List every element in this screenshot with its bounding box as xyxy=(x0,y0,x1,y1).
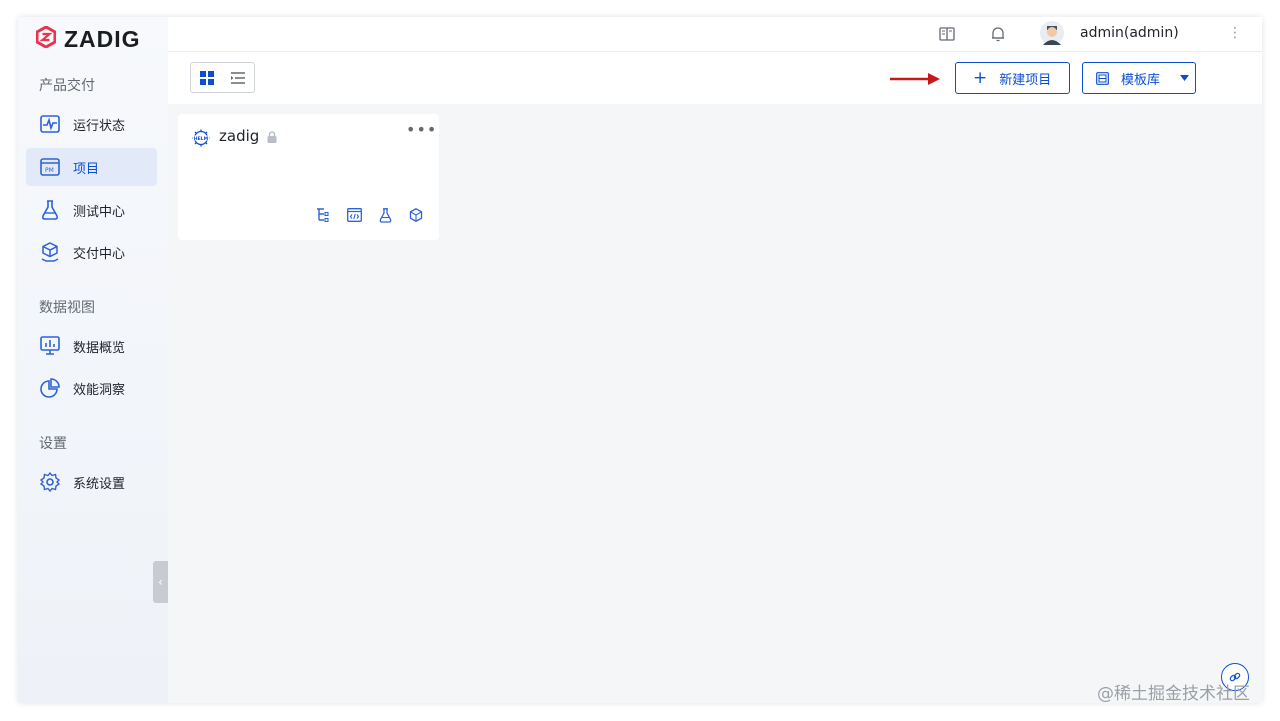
annotation-arrow-icon xyxy=(890,73,940,85)
watermark: @稀土掘金技术社区 xyxy=(1097,684,1250,704)
section-title-settings: 设置 xyxy=(39,436,67,452)
project-card-actions xyxy=(315,207,424,223)
list-view-icon xyxy=(230,71,245,84)
sidebar-item-label: 系统设置 xyxy=(73,476,126,492)
sidebar-item-label: 数据概览 xyxy=(73,340,126,356)
sidebar-item-test-center[interactable]: 测试中心 xyxy=(26,191,157,229)
new-project-button[interactable]: + 新建项目 xyxy=(955,62,1070,94)
top-header: admin(admin) ⋮ xyxy=(168,17,1262,52)
username[interactable]: admin(admin) xyxy=(1080,25,1179,41)
flask-icon xyxy=(39,199,61,221)
project-card[interactable]: HELM zadig ••• xyxy=(178,114,439,240)
template-library-button[interactable]: 模板库 xyxy=(1082,62,1196,94)
sidebar-item-projects[interactable]: PM 项目 xyxy=(26,148,157,186)
environment-cube-icon[interactable] xyxy=(408,207,424,223)
sidebar-item-label: 测试中心 xyxy=(73,204,126,220)
sidebar-item-insights[interactable]: 效能洞察 xyxy=(26,369,157,407)
sidebar-item-label: 运行状态 xyxy=(73,118,126,134)
project-name[interactable]: zadig xyxy=(219,127,259,145)
more-vertical-icon[interactable]: ⋮ xyxy=(1228,25,1242,41)
helm-icon: HELM xyxy=(192,129,210,147)
list-view-button[interactable] xyxy=(222,63,253,92)
plus-icon: + xyxy=(973,67,988,88)
view-toggle xyxy=(190,62,255,93)
chevron-left-icon: ‹ xyxy=(158,575,163,589)
svg-text:PM: PM xyxy=(45,167,54,174)
code-window-icon[interactable] xyxy=(346,207,362,223)
template-icon xyxy=(1096,71,1109,85)
brand-name: ZADIG xyxy=(64,25,141,52)
package-hand-icon xyxy=(39,241,61,263)
more-horizontal-icon[interactable]: ••• xyxy=(406,120,437,139)
flask-icon[interactable] xyxy=(377,207,393,223)
docs-book-icon[interactable] xyxy=(938,25,956,43)
sidebar-item-label: 项目 xyxy=(73,161,100,177)
helm-badge-text: HELM xyxy=(194,136,209,142)
workflow-tree-icon[interactable] xyxy=(315,207,331,223)
sidebar: ZADIG 产品交付 运行状态 PM 项目 测试中心 交付中心 数据视图 数据概… xyxy=(18,17,168,703)
section-title-delivery: 产品交付 xyxy=(39,78,95,94)
bell-icon[interactable] xyxy=(989,25,1007,43)
sidebar-item-data-overview[interactable]: 数据概览 xyxy=(26,327,157,365)
chart-monitor-icon xyxy=(39,335,61,357)
avatar[interactable] xyxy=(1040,21,1064,45)
template-library-label: 模板库 xyxy=(1121,72,1161,88)
pie-chart-icon xyxy=(39,377,61,399)
new-project-label: 新建项目 xyxy=(999,72,1052,88)
sidebar-collapse-handle[interactable]: ‹ xyxy=(153,561,168,603)
app-window: ZADIG 产品交付 运行状态 PM 项目 测试中心 交付中心 数据视图 数据概… xyxy=(18,17,1262,703)
grid-view-icon xyxy=(199,70,214,85)
project-window-icon: PM xyxy=(39,156,61,178)
sidebar-item-label: 交付中心 xyxy=(73,246,126,262)
sidebar-item-system-settings[interactable]: 系统设置 xyxy=(26,463,157,501)
sidebar-item-status[interactable]: 运行状态 xyxy=(26,105,157,143)
section-title-data-view: 数据视图 xyxy=(39,300,95,316)
zadig-logo-icon xyxy=(35,25,57,52)
logo[interactable]: ZADIG xyxy=(35,25,141,52)
grid-view-button[interactable] xyxy=(191,63,222,92)
project-toolbar: + 新建项目 模板库 xyxy=(168,52,1262,104)
gear-icon xyxy=(39,471,61,493)
sidebar-item-label: 效能洞察 xyxy=(73,382,126,398)
pulse-monitor-icon xyxy=(39,113,61,135)
sidebar-item-delivery-center[interactable]: 交付中心 xyxy=(26,233,157,271)
lock-icon xyxy=(267,131,277,143)
caret-down-icon xyxy=(1180,75,1190,81)
